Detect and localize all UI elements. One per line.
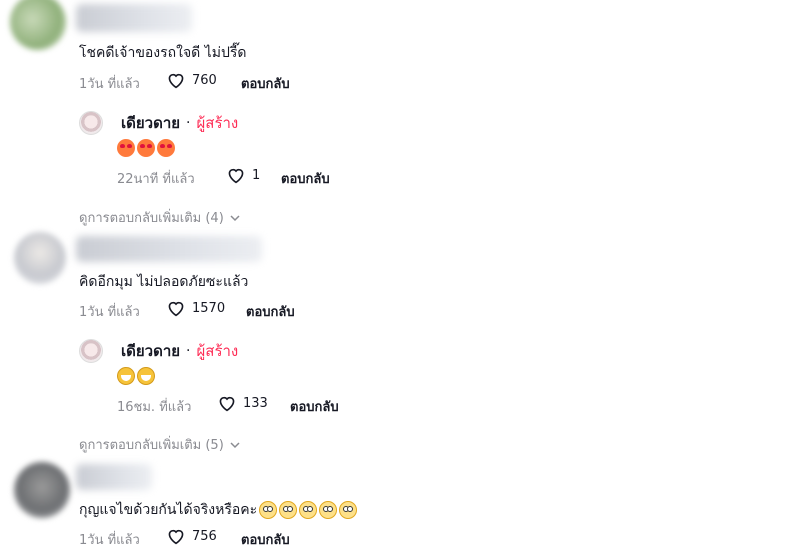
creator-reply-emojis-1 [117, 139, 175, 157]
heart-icon [228, 168, 244, 184]
view-more-replies-1[interactable]: ดูการตอบกลับเพิ่มเติม (4) [79, 207, 240, 228]
reply-button-2[interactable]: ตอบกลับ [246, 301, 295, 322]
creator-reply-time-1: 22นาที ที่แล้ว [117, 172, 195, 187]
creator-reply-header-2: เดียวดาย · ผู้สร้าง [79, 339, 238, 363]
heart-icon [168, 73, 184, 89]
chevron-down-icon [230, 214, 240, 221]
creator-reply-header-1: เดียวดาย · ผู้สร้าง [79, 111, 238, 135]
creator-reply-like-button-1[interactable]: 1 [226, 166, 260, 184]
flushed-emoji [319, 501, 338, 519]
creator-reply-like-button-2[interactable]: 133 [217, 394, 268, 412]
chevron-down-icon [230, 441, 240, 448]
comment-time-3: 1วัน ที่แล้ว [79, 533, 140, 548]
creator-name[interactable]: เดียวดาย [121, 111, 180, 135]
comment-text-3: กุญแจไขด้วยกันได้จริงหรือคะ [79, 502, 258, 518]
reply-button-3[interactable]: ตอบกลับ [241, 529, 290, 550]
creator-avatar[interactable] [79, 339, 103, 363]
comment-time-1: 1วัน ที่แล้ว [79, 77, 140, 92]
like-button-3[interactable]: 756 [166, 527, 217, 545]
commenter-name-blurred-2[interactable] [76, 236, 262, 262]
creator-reply-like-count-2: 133 [243, 395, 268, 411]
creator-reply-reply-button-2[interactable]: ตอบกลับ [290, 396, 339, 417]
heart-icon [219, 396, 235, 412]
commenter-avatar-2[interactable] [14, 232, 66, 284]
creator-badge: ผู้สร้าง [196, 114, 239, 132]
creator-avatar[interactable] [79, 111, 103, 135]
commenter-name-blurred-3[interactable] [76, 464, 152, 490]
like-count-1: 760 [192, 72, 217, 88]
creator-reply-time-2: 16ชม. ที่แล้ว [117, 400, 192, 415]
creator-name[interactable]: เดียวดาย [121, 339, 180, 363]
tears-of-joy-emoji [117, 367, 135, 385]
commenter-avatar-3[interactable] [14, 462, 70, 518]
commenter-name-blurred-1[interactable] [76, 4, 192, 32]
creator-badge: ผู้สร้าง [196, 342, 239, 360]
like-count-3: 756 [192, 528, 217, 544]
heart-icon [168, 301, 184, 317]
flushed-emoji [259, 501, 278, 519]
comment-text-1: โชคดีเจ้าของรถใจดี ไม่ปรี๊ด [79, 45, 247, 61]
heart-eyes-emoji [137, 139, 155, 157]
comment-text-row-3: กุญแจไขด้วยกันได้จริงหรือคะ [79, 499, 358, 521]
separator-dot: · [186, 115, 191, 131]
like-count-2: 1570 [192, 300, 226, 316]
flushed-emoji [279, 501, 298, 519]
heart-icon [168, 529, 184, 545]
view-more-replies-2[interactable]: ดูการตอบกลับเพิ่มเติม (5) [79, 434, 240, 455]
flushed-emoji [339, 501, 358, 519]
view-more-replies-label-2: ดูการตอบกลับเพิ่มเติม (5) [79, 438, 224, 453]
heart-eyes-emoji [117, 139, 135, 157]
comment-time-2: 1วัน ที่แล้ว [79, 305, 140, 320]
heart-eyes-emoji [157, 139, 175, 157]
reply-button-1[interactable]: ตอบกลับ [241, 73, 290, 94]
tears-of-joy-emoji [137, 367, 155, 385]
like-button-1[interactable]: 760 [166, 71, 217, 89]
creator-reply-emojis-2 [117, 367, 155, 385]
creator-reply-like-count-1: 1 [252, 167, 261, 183]
comment-text-2: คิดอีกมุม ไม่ปลอดภัยซะแล้ว [79, 274, 249, 290]
commenter-avatar-1[interactable] [10, 0, 66, 50]
like-button-2[interactable]: 1570 [166, 299, 225, 317]
view-more-replies-label-1: ดูการตอบกลับเพิ่มเติม (4) [79, 211, 224, 226]
separator-dot: · [186, 343, 191, 359]
flushed-emoji [299, 501, 318, 519]
creator-reply-reply-button-1[interactable]: ตอบกลับ [281, 168, 330, 189]
